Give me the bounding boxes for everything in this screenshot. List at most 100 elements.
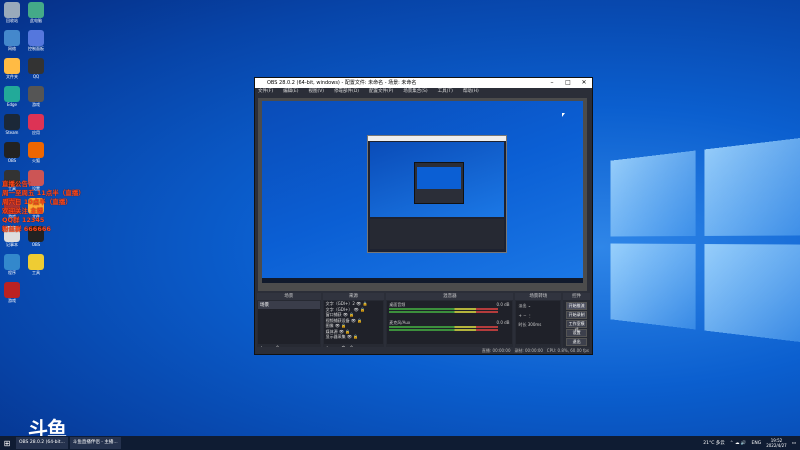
desktop-icon[interactable]: 网络 [1,30,23,52]
desktop-icon-label: Edge [6,102,18,107]
app-icon [28,58,44,74]
clock[interactable]: 19:52 2022/4/27 [766,438,787,448]
transitions-dock: 场景转场 淡出 ⌄ + − ⋮ 时长 300ms [515,293,562,353]
menu-item[interactable]: 场景集合(S) [403,88,427,96]
tray-icons[interactable]: ⌃ ☁ 🔊 [730,441,747,446]
desktop-icon-label: 游戏 [32,102,40,107]
desktop-icon-label: 回收站 [6,18,18,23]
mixer-channel-name: 麦克风/Aux [389,320,411,325]
volume-meter [389,329,499,331]
mouse-cursor-icon [562,113,565,117]
notification-icon[interactable]: ▭ [792,441,796,446]
windows-start-icon[interactable]: ⊞ [0,436,14,450]
desktop-icon[interactable]: 此电脑 [25,2,47,24]
desktop-icon[interactable]: OBS [1,142,23,163]
desktop-icon[interactable]: 应用 [25,114,47,136]
mixer-header: 混音器 [386,293,514,300]
desktop-icon-label: 程序 [8,270,16,275]
app-icon [28,86,44,102]
desktop-icon-label: OBS [31,242,41,247]
desktop-icon-label: 记事本 [6,242,18,247]
desktop-icon-label: 网络 [8,46,16,51]
weather-widget[interactable]: 21°C 多云 [703,440,725,446]
app-icon [28,2,44,18]
maximize-button[interactable]: □ [560,78,576,88]
taskbar: ⊞ OBS 28.0.2 (64-bit... 斗鱼直播伴侣 - 主播... 2… [0,436,800,450]
overlay-line: 粉丝群 666666 [2,225,51,233]
taskbar-app-obs[interactable]: OBS 28.0.2 (64-bit... [16,437,68,449]
desktop-icon-label: 工具 [32,270,40,275]
desktop-icon[interactable]: 工具 [25,254,47,276]
close-button[interactable]: ✕ [576,78,592,88]
control-button[interactable]: 开始推流 [566,302,587,310]
menu-item[interactable]: 帮助(H) [463,88,479,96]
desktop-icon-label: QQ [32,74,40,79]
control-button[interactable]: 退出 [566,338,587,346]
app-icon [4,254,20,270]
menu-item[interactable]: 视图(V) [308,88,324,96]
app-icon [4,30,20,46]
controls-dock: 控件 开始推流开始录制工作室模式设置退出 [563,293,590,353]
obs-titlebar[interactable]: OBS 28.0.2 (64-bit, windows) - 配置文件: 未命名… [255,78,592,88]
transitions-header: 场景转场 [515,293,562,300]
desktop-icon[interactable]: 程序 [1,254,23,276]
minimize-button[interactable]: – [544,78,560,88]
desktop-icon-label: 控制面板 [28,46,44,51]
app-icon [28,30,44,46]
volume-meter [389,311,499,313]
control-button[interactable]: 工作室模式 [566,320,587,332]
obs-preview[interactable] [258,98,587,291]
menu-item[interactable]: 停靠部件(D) [334,88,359,96]
desktop-icon-label: OBS [7,158,17,163]
desktop-icon[interactable]: 控制面板 [25,30,47,52]
volume-meter [389,326,499,328]
app-icon [4,282,20,298]
menu-item[interactable]: 文件(F) [258,88,273,96]
app-icon [4,58,20,74]
obs-title: OBS 28.0.2 (64-bit, windows) - 配置文件: 未命名… [267,80,417,86]
desktop-icon[interactable]: 回收站 [1,2,23,24]
desktop-icon[interactable]: 游戏 [1,282,23,304]
desktop-icon-label: 火狐 [32,158,40,163]
desktop-icon-label: 应用 [32,130,40,135]
transition-type-select[interactable]: 淡出 ⌄ [516,301,560,311]
app-icon [4,86,20,102]
desktop-icon[interactable]: 游戏 [25,86,47,108]
desktop-icon-label: 游戏 [8,298,16,303]
menu-item[interactable]: 编辑(E) [283,88,298,96]
wallpaper-windows-logo [610,135,800,345]
source-item[interactable]: 显示器采集 👁 🔒 [324,334,384,340]
app-icon [28,142,44,158]
menu-item[interactable]: 配置文件(P) [369,88,393,96]
desktop-icon[interactable]: Edge [1,86,23,107]
desktop-icon-label: 此电脑 [30,18,42,23]
scenes-dock: 场景 场景 +−⌃⌄ [257,293,321,353]
desktop-icon[interactable]: QQ [25,58,47,79]
mixer-channel-name: 桌面音频 [389,302,406,307]
transition-duration[interactable]: 时长 300ms [516,320,560,330]
menu-item[interactable]: 工具(T) [438,88,453,96]
app-icon [4,142,20,158]
desktop-icon[interactable]: 火狐 [25,142,47,164]
taskbar-app-douyu[interactable]: 斗鱼直播伴侣 - 主播... [69,437,121,449]
mixer-channel[interactable]: 桌面音频 0.0 dB [387,301,512,319]
obs-statusbar: 直播: 00:00:00 录制: 00:00:00 CPU: 0.8%, 60.… [255,347,592,354]
desktop-icon[interactable]: 文件夹 [1,58,23,80]
mixer-db: 0.0 dB [496,320,510,325]
volume-meter [389,308,499,310]
mixer-channel[interactable]: 麦克风/Aux 0.0 dB [387,319,512,337]
obs-window[interactable]: OBS 28.0.2 (64-bit, windows) - 配置文件: 未命名… [254,77,593,355]
control-button[interactable]: 设置 [566,329,587,337]
control-button[interactable]: 开始录制 [566,311,587,319]
input-language[interactable]: ENG [752,441,762,446]
desktop-icon[interactable]: Steam [1,114,23,135]
sources-dock: 来源 文字（GDI+）2 👁 🔒 文字（GDI+） 👁 🔒 窗口捕获 👁 🔒 视频捕获… [322,293,385,353]
scene-item[interactable]: 场景 [258,301,320,309]
app-icon [28,114,44,130]
mixer-db: 0.0 dB [496,302,510,307]
controls-header: 控件 [563,293,590,300]
desktop-icon-label: Steam [5,130,19,135]
obs-menubar: 文件(F) 编辑(E) 视图(V) 停靠部件(D) 配置文件(P) 场景集合(S) 工具(T… [255,88,592,96]
desktop-icon-label: 文件夹 [6,74,18,79]
system-tray: 21°C 多云 ⌃ ☁ 🔊 ENG 19:52 2022/4/27 ▭ [703,436,796,450]
